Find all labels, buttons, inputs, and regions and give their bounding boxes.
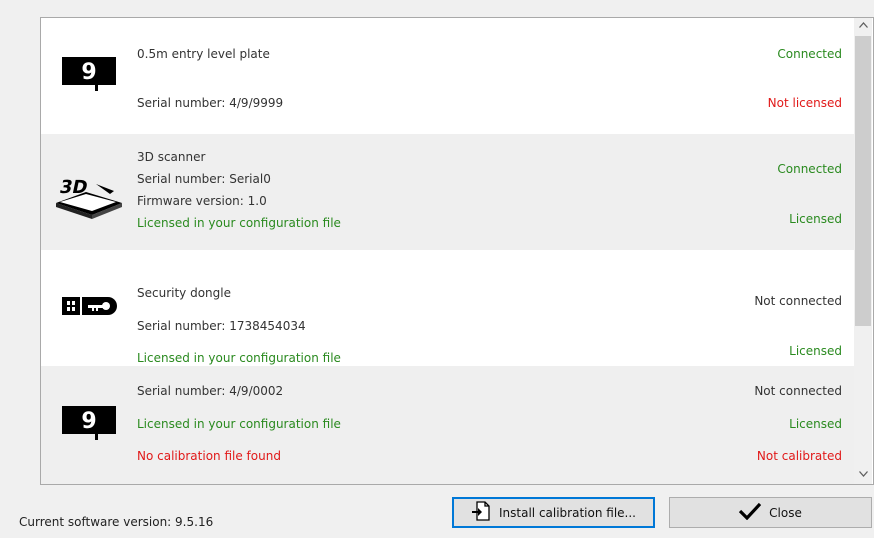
number-9-plate-icon: 9: [62, 406, 116, 440]
device-serial: Serial number: 4/9/9999: [137, 96, 284, 110]
firmware-version: Firmware version: 1.0: [137, 194, 267, 208]
device-serial: Serial number: Serial0: [137, 172, 271, 186]
license-note: Licensed in your configuration file: [137, 351, 341, 365]
license-note: Licensed in your configuration file: [137, 216, 341, 230]
install-calibration-label: Install calibration file...: [499, 505, 636, 520]
connection-status: Connected: [777, 162, 842, 176]
license-status: Not licensed: [767, 96, 842, 110]
import-file-icon: [471, 501, 491, 524]
software-version: Current software version: 9.5.16: [19, 515, 214, 529]
device-row-plate[interactable]: 9 0.5m entry level plate Serial number: …: [41, 18, 854, 134]
device-row-plate-2[interactable]: 9 Serial number: 4/9/0002 Licensed in yo…: [41, 366, 854, 484]
close-label: Close: [769, 505, 802, 520]
checkmark-icon: [739, 502, 762, 523]
license-note: Licensed in your configuration file: [137, 417, 341, 431]
install-calibration-button[interactable]: Install calibration file...: [452, 497, 655, 528]
device-row-3d-scanner[interactable]: 3D 3D scanner Serial number: Serial0 Fir…: [41, 134, 854, 250]
device-list: 9 0.5m entry level plate Serial number: …: [41, 18, 854, 484]
device-name: Security dongle: [137, 286, 231, 300]
license-status: Licensed: [789, 344, 842, 358]
device-serial: Serial number: 1738454034: [137, 319, 306, 333]
vertical-scrollbar[interactable]: [854, 18, 872, 484]
calibration-note: No calibration file found: [137, 449, 281, 463]
license-status: Licensed: [789, 212, 842, 226]
connection-status: Not connected: [754, 294, 842, 308]
device-list-panel: 9 0.5m entry level plate Serial number: …: [40, 17, 874, 485]
device-name: 3D scanner: [137, 150, 206, 164]
security-dongle-icon: [62, 295, 118, 317]
plate-digit: 9: [81, 60, 96, 85]
scrollbar-thumb[interactable]: [855, 36, 871, 326]
connection-status: Not connected: [754, 384, 842, 398]
scroll-down-icon[interactable]: [854, 467, 872, 484]
scroll-up-icon[interactable]: [854, 18, 872, 35]
device-row-security-dongle[interactable]: Security dongle Serial number: 173845403…: [41, 250, 854, 366]
number-9-plate-icon: 9: [62, 57, 116, 91]
plate-digit: 9: [81, 409, 96, 434]
device-serial: Serial number: 4/9/0002: [137, 384, 284, 398]
connection-status: Connected: [777, 47, 842, 61]
device-name: 0.5m entry level plate: [137, 47, 270, 61]
license-status: Licensed: [789, 417, 842, 431]
scanner-3d-label: 3D: [58, 177, 90, 198]
calibration-status: Not calibrated: [756, 449, 842, 463]
close-button[interactable]: Close: [669, 497, 872, 528]
3d-scanner-icon: 3D: [52, 167, 126, 219]
